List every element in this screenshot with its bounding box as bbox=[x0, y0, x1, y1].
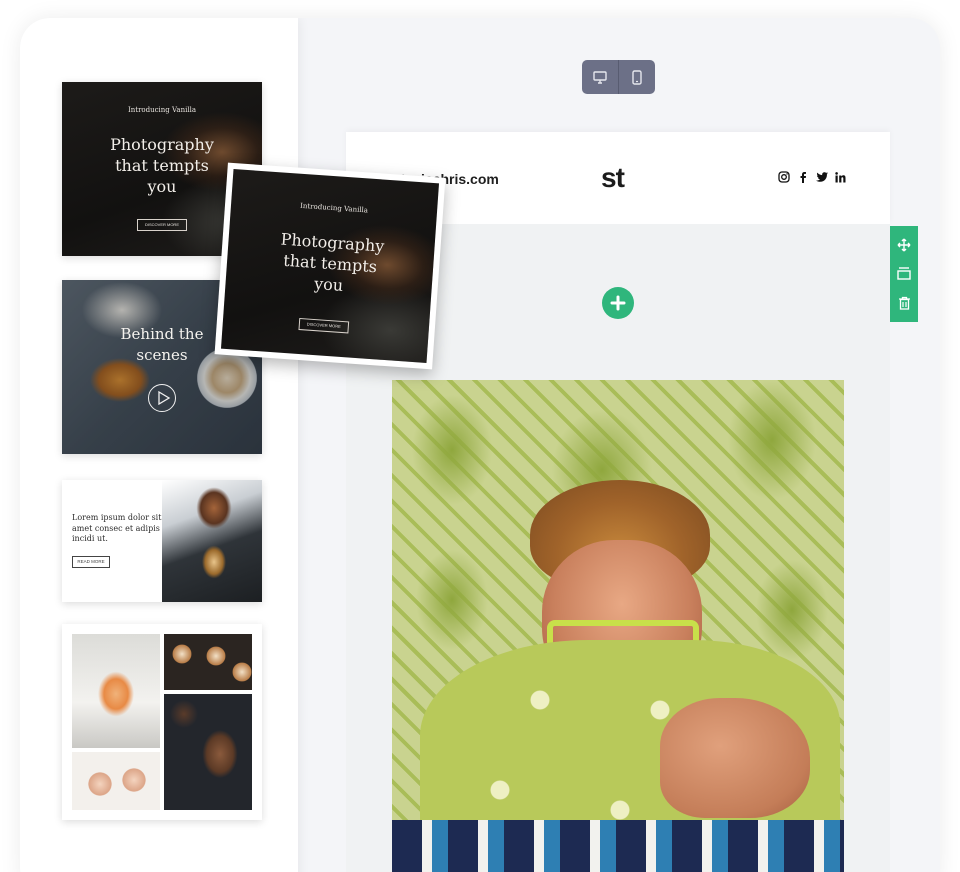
social-links bbox=[777, 170, 847, 184]
brand-logo: st bbox=[601, 162, 625, 193]
device-toggle bbox=[582, 60, 655, 94]
instagram-icon[interactable] bbox=[777, 170, 790, 184]
pancakes-photo bbox=[72, 634, 160, 748]
mobile-view-button[interactable] bbox=[619, 60, 655, 94]
drag-hero-kicker: Introducing Vanilla bbox=[299, 201, 369, 215]
drag-discover-more-button: DISCOVER MORE bbox=[298, 317, 350, 334]
desktop-icon bbox=[593, 70, 607, 84]
template-sidebar: Introducing Vanilla Photography that tem… bbox=[20, 18, 298, 872]
duplicate-icon[interactable] bbox=[897, 267, 911, 281]
template-card-text-image[interactable]: Lorem ipsum dolor sit amet consec et adi… bbox=[62, 480, 262, 602]
linkedin-icon[interactable] bbox=[834, 170, 847, 184]
hero-portrait-photo[interactable] bbox=[392, 380, 844, 872]
cake-photo bbox=[164, 694, 252, 810]
facebook-icon[interactable] bbox=[796, 170, 809, 184]
dragging-template-card[interactable]: Introducing Vanilla Photography that tem… bbox=[214, 162, 446, 370]
delete-icon[interactable] bbox=[898, 296, 911, 310]
twitter-icon[interactable] bbox=[815, 170, 828, 184]
plus-icon bbox=[610, 295, 626, 311]
peaches-photo bbox=[72, 752, 160, 810]
cupcakes-photo bbox=[164, 634, 252, 690]
dragging-template-preview: Introducing Vanilla Photography that tem… bbox=[220, 169, 440, 363]
template-body-text: Lorem ipsum dolor sit amet consec et adi… bbox=[72, 513, 162, 543]
template-card-photo-grid[interactable] bbox=[62, 624, 262, 820]
discover-more-button: DISCOVER MORE bbox=[137, 219, 187, 231]
kettle-photo bbox=[162, 480, 262, 602]
play-icon bbox=[148, 384, 176, 412]
add-block-button[interactable] bbox=[602, 287, 634, 319]
move-icon[interactable] bbox=[897, 238, 911, 252]
row-toolbar bbox=[890, 226, 918, 322]
drag-hero-title: Photography that tempts you bbox=[280, 229, 385, 295]
mobile-icon bbox=[632, 69, 642, 85]
desktop-view-button[interactable] bbox=[582, 60, 618, 94]
hero-kicker: Introducing Vanilla bbox=[128, 106, 196, 114]
video-title: Behind the scenes bbox=[120, 325, 204, 364]
read-more-button: READ MORE bbox=[72, 556, 110, 568]
